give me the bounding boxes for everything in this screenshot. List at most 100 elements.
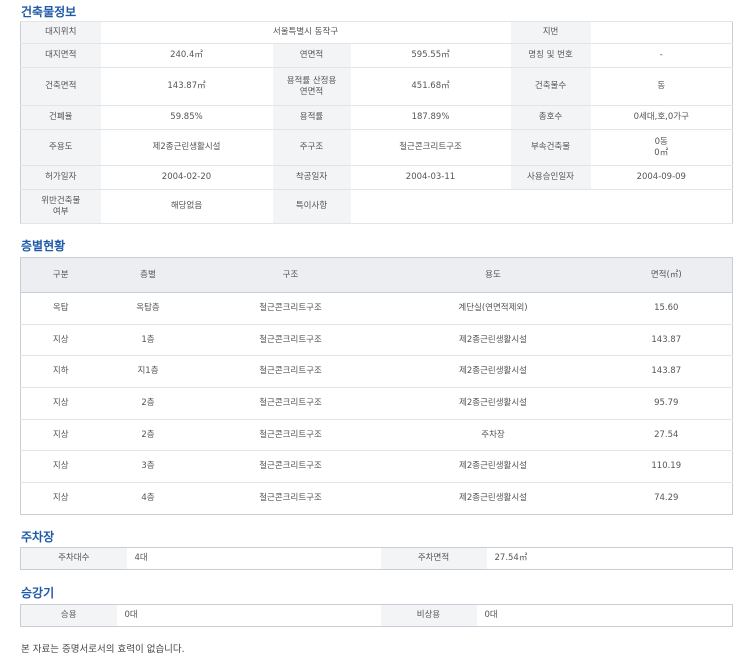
site-area-value: 240.4㎡ <box>100 43 273 68</box>
cell-area: 110.19 <box>600 450 733 483</box>
elevator-title: 승강기 <box>21 586 55 600</box>
name-label: 명칭 및 번호 <box>510 43 591 68</box>
table-row: 지하 지1층 철근콘크리트구조 제2종근린생활시설 143.87 <box>20 355 733 388</box>
start-value: 2004-03-11 <box>350 165 511 190</box>
lot-value <box>590 21 733 44</box>
building-area-label: 건축면적 <box>20 67 101 106</box>
annex-label: 부속건축물 <box>510 129 591 166</box>
cell-area: 74.29 <box>600 482 733 515</box>
cell-area: 27.54 <box>600 418 733 451</box>
cell-area: 143.87 <box>600 323 733 356</box>
cell-use: 제2종근린생활시설 <box>385 323 601 356</box>
far-value: 187.89% <box>350 105 511 130</box>
cell-floor: 1층 <box>100 323 196 356</box>
building-info-title: 건축물정보 <box>21 5 77 19</box>
building-info-table: 대지위치 서울특별시 동작구 지번 대지면적 240.4㎡ 연면적 595.55… <box>20 21 734 224</box>
emergency-elevator-label: 비상용 <box>380 604 477 627</box>
cell-use: 주차장 <box>385 418 601 451</box>
passenger-elevator-label: 승용 <box>20 604 117 627</box>
cell-kind: 지상 <box>20 387 101 420</box>
start-label: 착공일자 <box>272 165 351 190</box>
header-area: 면적(㎡) <box>600 257 733 293</box>
location-value: 서울특별시 동작구 <box>100 21 511 44</box>
far-area-value: 451.68㎡ <box>350 67 511 106</box>
violation-label: 위반건축물 여부 <box>20 189 101 224</box>
parking-title: 주차장 <box>21 530 55 544</box>
units-value: 0세대,호,0가구 <box>590 105 733 130</box>
cell-floor: 옥탑층 <box>100 292 196 325</box>
table-row: 지상 2층 철근콘크리트구조 제2종근린생활시설 95.79 <box>20 387 733 420</box>
far-label: 용적률 <box>272 105 351 130</box>
cell-area: 143.87 <box>600 355 733 388</box>
bcr-value: 59.85% <box>100 105 273 130</box>
cell-structure: 철근콘크리트구조 <box>195 418 386 451</box>
far-area-label-line2: 연면적 <box>299 86 324 97</box>
approval-value: 2004-09-09 <box>590 165 733 190</box>
units-label: 총호수 <box>510 105 591 130</box>
violation-label-line2: 여부 <box>52 206 69 217</box>
cell-floor: 2층 <box>100 387 196 420</box>
header-floor: 층별 <box>100 257 196 293</box>
cell-structure: 철근콘크리트구조 <box>195 482 386 515</box>
cell-floor: 3층 <box>100 450 196 483</box>
floors-title: 층별현황 <box>21 239 66 253</box>
cell-structure: 철근콘크리트구조 <box>195 292 386 325</box>
emergency-elevator-value: 0대 <box>484 610 498 620</box>
table-row: 지상 2층 철근콘크리트구조 주차장 27.54 <box>20 418 733 451</box>
elevator-table: 승용 0대 비상용 0대 <box>20 604 733 627</box>
annex-count: 0동 <box>654 136 668 147</box>
disclaimer-note: 본 자료는 증명서로서의 효력이 없습니다. <box>21 644 185 655</box>
bcr-label: 건폐율 <box>20 105 101 130</box>
annex-area: 0㎡ <box>654 147 669 158</box>
building-area-value: 143.87㎡ <box>100 67 273 106</box>
cell-structure: 철근콘크리트구조 <box>195 387 386 420</box>
parking-area-label: 주차면적 <box>380 547 487 570</box>
parking-table: 주차대수 4대 주차면적 27.54㎡ <box>20 547 733 570</box>
cell-floor: 지1층 <box>100 355 196 388</box>
violation-label-line1: 위반건축물 <box>41 195 81 206</box>
header-use: 용도 <box>385 257 601 293</box>
main-use-label: 주용도 <box>20 129 101 166</box>
floor-area-label: 연면적 <box>272 43 351 68</box>
cell-kind: 지상 <box>20 482 101 515</box>
parking-count-value: 4대 <box>134 553 148 563</box>
cell-structure: 철근콘크리트구조 <box>195 355 386 388</box>
parking-count-label: 주차대수 <box>20 547 127 570</box>
passenger-elevator-value: 0대 <box>124 610 138 620</box>
annex-value: 0동 0㎡ <box>590 129 733 166</box>
main-use-value: 제2종근린생활시설 <box>100 129 273 166</box>
cell-kind: 옥탑 <box>20 292 101 325</box>
structure-value: 철근콘크리트구조 <box>350 129 511 166</box>
location-label: 대지위치 <box>20 21 101 44</box>
cell-use: 제2종근린생활시설 <box>385 387 601 420</box>
cell-kind: 지상 <box>20 323 101 356</box>
floor-area-value: 595.55㎡ <box>350 43 511 68</box>
table-row: 지상 4층 철근콘크리트구조 제2종근린생활시설 74.29 <box>20 482 733 515</box>
cell-area: 95.79 <box>600 387 733 420</box>
cell-use: 제2종근린생활시설 <box>385 355 601 388</box>
violation-value: 해당없음 <box>100 189 273 224</box>
lot-label: 지번 <box>510 21 591 44</box>
table-row: 지상 3층 철근콘크리트구조 제2종근린생활시설 110.19 <box>20 450 733 483</box>
cell-use: 제2종근린생활시설 <box>385 482 601 515</box>
structure-label: 주구조 <box>272 129 351 166</box>
cell-use: 계단실(연면적제외) <box>385 292 601 325</box>
cell-kind: 지하 <box>20 355 101 388</box>
cell-floor: 4층 <box>100 482 196 515</box>
table-row: 옥탑 옥탑층 철근콘크리트구조 계단실(연면적제외) 15.60 <box>20 292 733 325</box>
table-row: 지상 1층 철근콘크리트구조 제2종근린생활시설 143.87 <box>20 323 733 356</box>
building-count-value: 동 <box>590 67 733 106</box>
header-kind: 구분 <box>20 257 101 293</box>
floor-table: 구분 층별 구조 용도 면적(㎡) 옥탑 옥탑층 철근콘크리트구조 계단실(연면… <box>20 257 733 515</box>
building-count-label: 건축물수 <box>510 67 591 106</box>
cell-area: 15.60 <box>600 292 733 325</box>
far-area-label: 용적률 산정용 연면적 <box>272 67 351 106</box>
remarks-value <box>350 189 733 224</box>
cell-floor: 2층 <box>100 418 196 451</box>
permit-label: 허가일자 <box>20 165 101 190</box>
cell-structure: 철근콘크리트구조 <box>195 323 386 356</box>
permit-value: 2004-02-20 <box>100 165 273 190</box>
cell-kind: 지상 <box>20 418 101 451</box>
name-value: - <box>590 43 733 68</box>
header-structure: 구조 <box>195 257 386 293</box>
